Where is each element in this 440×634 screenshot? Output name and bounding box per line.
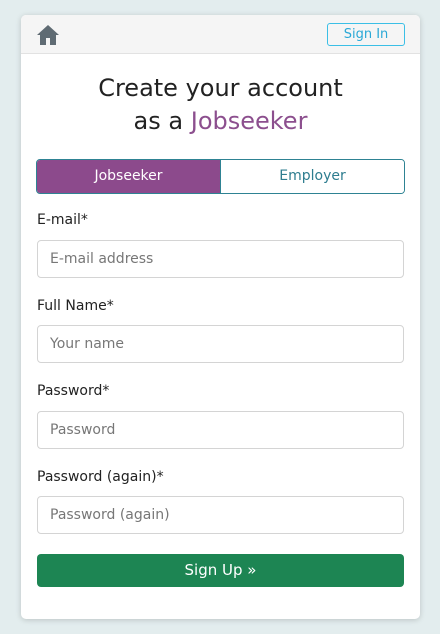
password-again-field[interactable] xyxy=(37,496,404,534)
sign-up-button[interactable]: Sign Up » xyxy=(37,554,404,587)
full-name-label: Full Name* xyxy=(37,298,114,314)
sign-in-button[interactable]: Sign In xyxy=(327,23,405,46)
title-accent: Jobseeker xyxy=(190,107,308,135)
email-label: E-mail* xyxy=(37,212,88,228)
password-label: Password* xyxy=(37,383,110,399)
title-line-1: Create your account xyxy=(98,74,343,102)
role-toggle: Jobseeker Employer xyxy=(36,159,405,194)
email-field[interactable] xyxy=(37,240,404,278)
password-again-label: Password (again)* xyxy=(37,469,164,485)
signup-card: Sign In Create your account as a Jobseek… xyxy=(21,15,420,619)
full-name-field[interactable] xyxy=(37,325,404,363)
home-icon[interactable] xyxy=(36,24,60,46)
title-line-2: as a Jobseeker xyxy=(21,105,420,138)
tab-employer[interactable]: Employer xyxy=(220,160,404,193)
password-field[interactable] xyxy=(37,411,404,449)
title-prefix: as a xyxy=(133,107,191,135)
top-bar: Sign In xyxy=(21,15,420,54)
page-title: Create your account as a Jobseeker xyxy=(21,72,420,138)
tab-jobseeker[interactable]: Jobseeker xyxy=(37,160,220,193)
